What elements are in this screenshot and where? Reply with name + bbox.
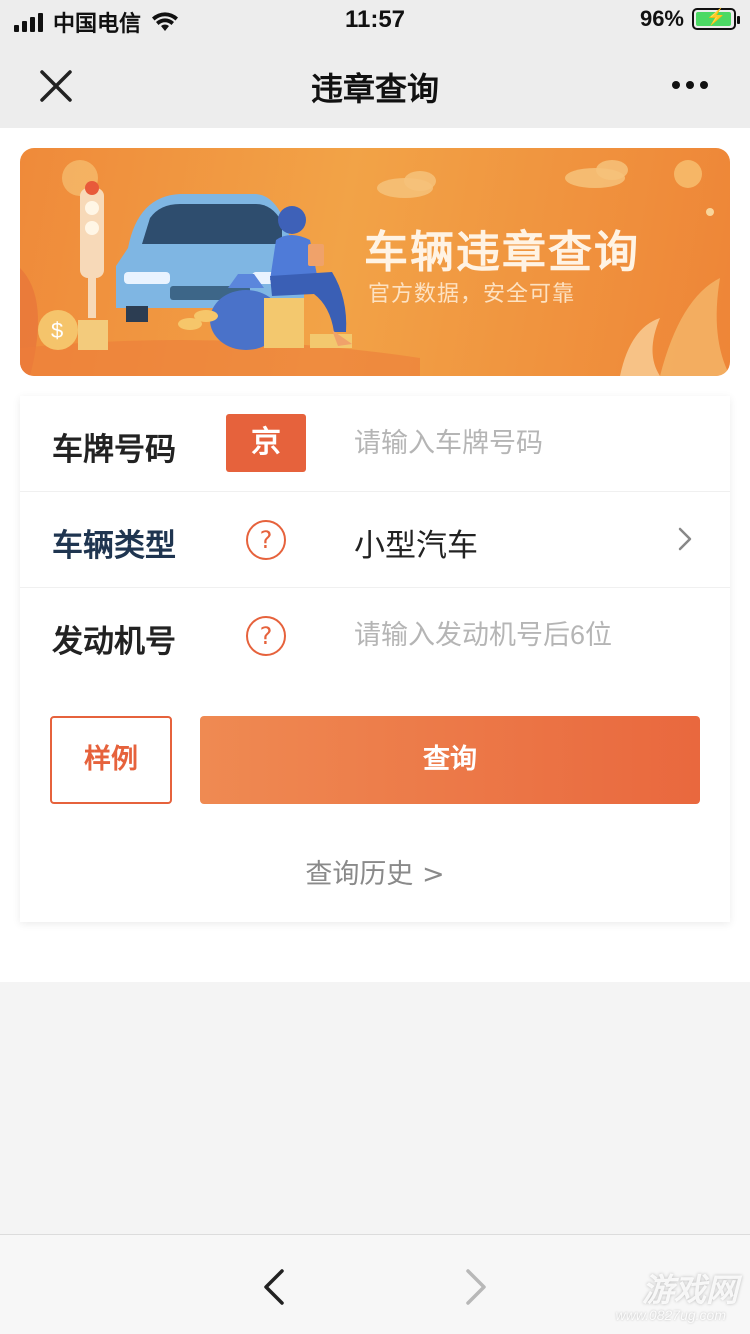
bottom-toolbar: 游戏网 www.0827ug.com <box>0 1234 750 1334</box>
help-icon[interactable]: ? <box>246 616 286 656</box>
promo-banner: $ 车辆违章查询 官方数据，安全可靠 <box>20 148 730 376</box>
plate-row: 车牌号码 京 <box>20 396 730 492</box>
status-time: 11:57 <box>344 6 406 33</box>
engine-input[interactable] <box>354 610 674 660</box>
back-arrow-icon[interactable] <box>258 1265 290 1309</box>
watermark-logo: 游戏网 <box>641 1271 738 1309</box>
forward-arrow-icon[interactable] <box>460 1265 492 1309</box>
status-right: 96% ⚡ <box>639 6 740 32</box>
plate-input[interactable] <box>354 418 674 468</box>
battery-icon: ⚡ <box>692 8 740 30</box>
vehicle-type-value[interactable]: 小型汽车 <box>354 520 478 565</box>
watermark-url: www.0827ug.com <box>615 1307 726 1323</box>
page-title: 违章查询 <box>310 70 439 108</box>
engine-label: 发动机号 <box>52 624 176 660</box>
nav-bar: 违章查询 <box>0 40 750 128</box>
battery-percent: 96% <box>639 6 684 31</box>
query-button[interactable]: 查询 <box>200 716 700 804</box>
province-select-button[interactable]: 京 <box>226 414 306 472</box>
help-icon[interactable]: ? <box>246 520 286 560</box>
query-form: 车牌号码 京 车辆类型 ? 小型汽车 发动机号 ? 样例 查询 查询历史 > <box>20 396 730 922</box>
more-icon[interactable] <box>672 70 716 100</box>
status-bar: 中国电信 11:57 96% ⚡ <box>0 0 750 40</box>
svg-text:$: $ <box>51 318 63 343</box>
banner-title: 车辆违章查询 <box>364 227 640 278</box>
vehicle-type-row[interactable]: 车辆类型 ? 小型汽车 <box>20 492 730 588</box>
chevron-right-icon <box>678 527 692 551</box>
sample-button[interactable]: 样例 <box>50 716 172 804</box>
main-content: $ 车辆违章查询 官方数据，安全可靠 车牌号码 京 请输入车牌号码 车辆类型 ?… <box>0 128 750 982</box>
engine-row: 发动机号 ? <box>20 588 730 684</box>
plate-label: 车牌号码 <box>52 432 176 468</box>
vehicle-type-label: 车辆类型 <box>52 528 176 564</box>
query-history-link[interactable]: 查询历史 > <box>20 852 730 891</box>
banner-subtitle: 官方数据，安全可靠 <box>368 282 576 307</box>
